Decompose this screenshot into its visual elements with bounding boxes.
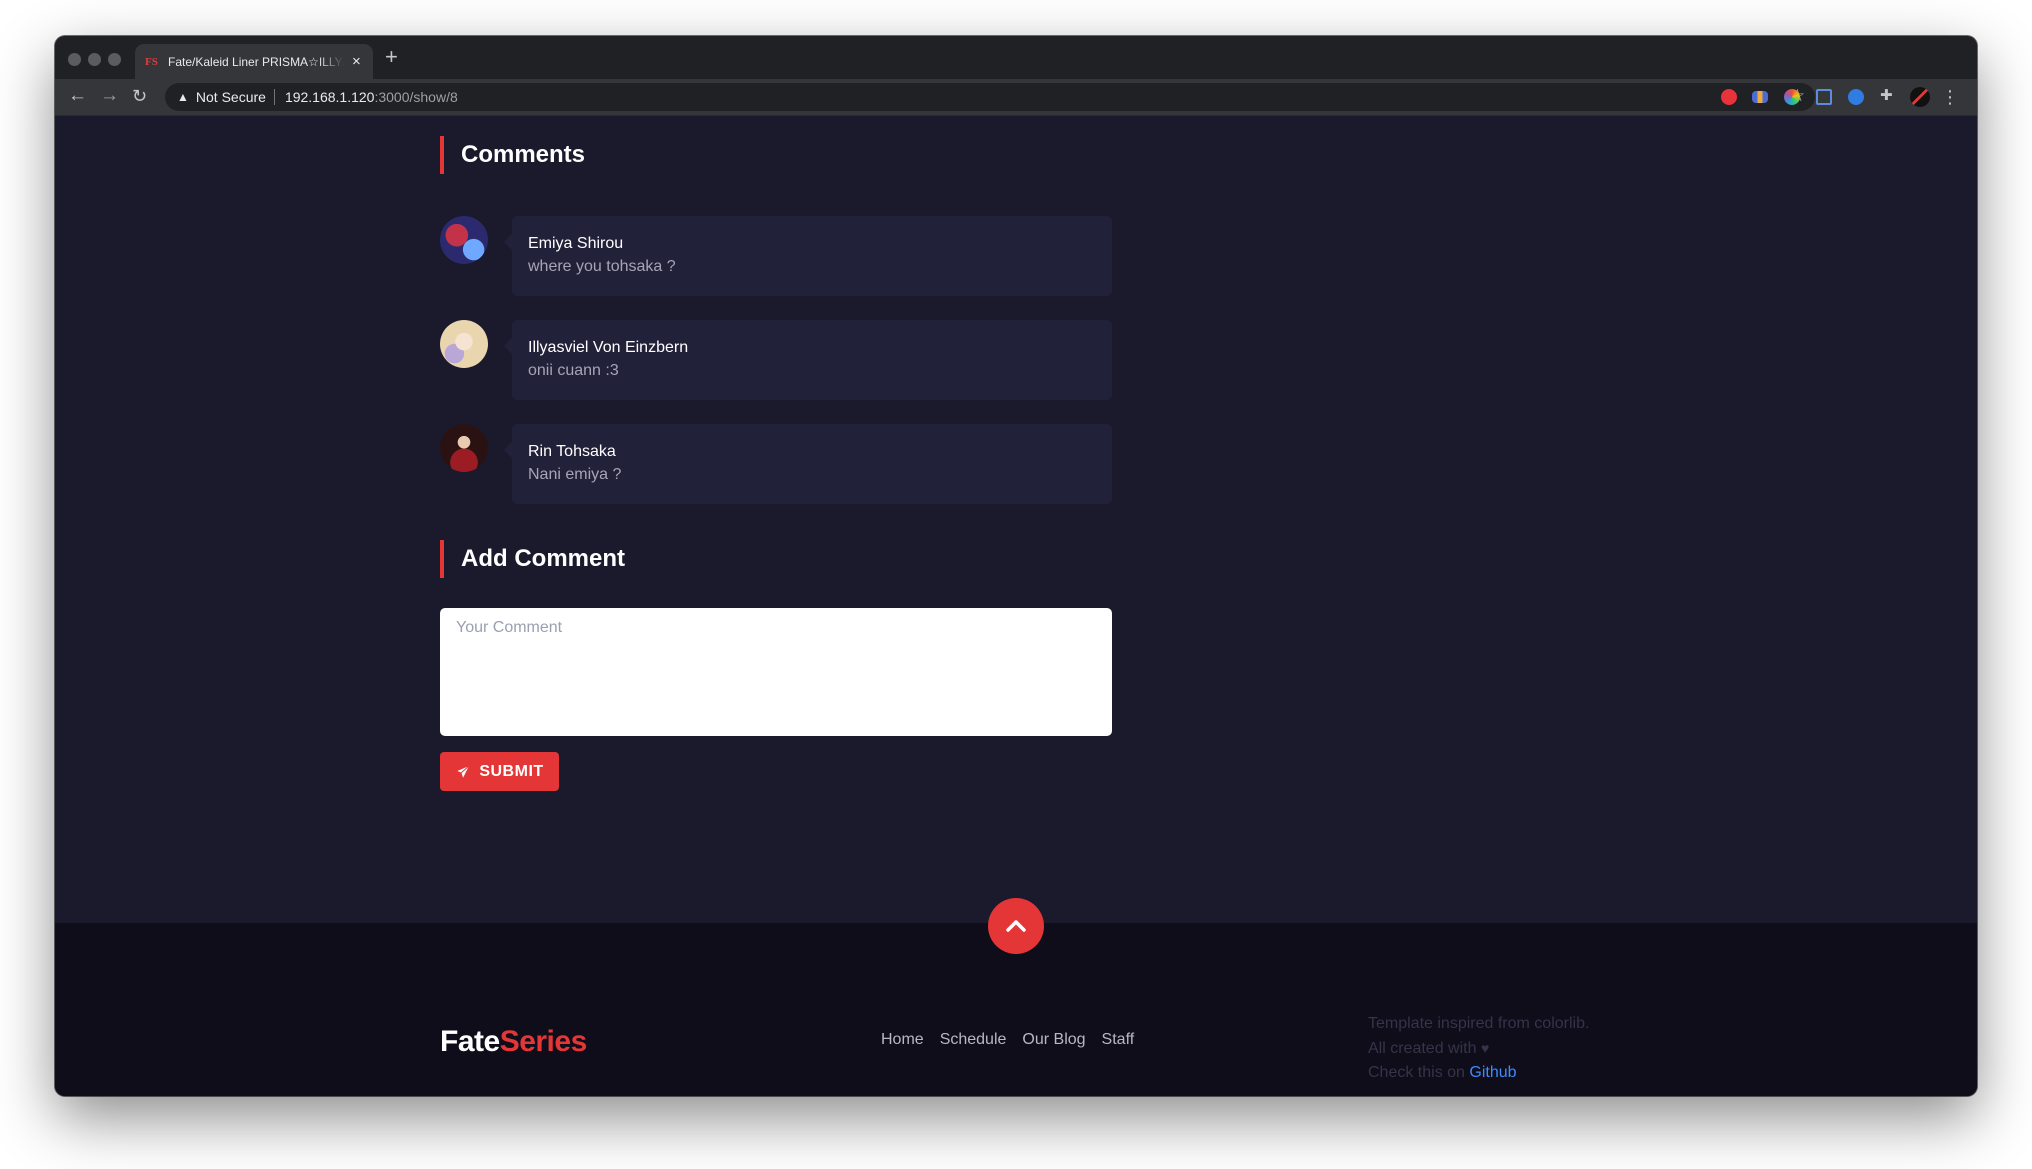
new-tab-button[interactable]: + [385, 46, 398, 68]
browser-toolbar: ← → ↻ ▲ Not Secure 192.168.1.120 :3000/s… [55, 79, 1977, 116]
extension-list-icon[interactable] [1816, 89, 1832, 105]
footer-link-staff[interactable]: Staff [1102, 1030, 1135, 1050]
credits-line-2-text: All created with [1368, 1040, 1477, 1057]
url-path: :3000/show/8 [374, 89, 458, 105]
extension-chart-icon[interactable] [1752, 91, 1768, 103]
chrome-menu-icon[interactable]: ⋮ [1941, 87, 1959, 107]
minimize-window-button[interactable] [88, 53, 101, 66]
favicon-icon: FS [145, 55, 158, 68]
avatar [440, 320, 488, 368]
avatar [440, 424, 488, 472]
heart-icon: ♥ [1480, 1040, 1490, 1056]
extension-shield-icon[interactable] [1721, 89, 1737, 105]
comment-bubble: Rin Tohsaka Nani emiya ? [504, 424, 1112, 504]
scroll-to-top-button[interactable] [988, 898, 1044, 954]
forward-icon[interactable]: → [100, 85, 119, 107]
logo-part-fate: Fate [440, 1025, 500, 1058]
comment-bubble: Emiya Shirou where you tohsaka ? [504, 216, 1112, 296]
paper-plane-icon [455, 763, 472, 780]
avatar [440, 216, 488, 264]
back-icon[interactable]: ← [68, 85, 87, 107]
page-content: Comments Emiya Shirou where you tohsaka … [55, 116, 1977, 1096]
chevron-up-icon [1006, 920, 1026, 932]
footer-credits: Template inspired from colorlib. All cre… [1368, 1012, 1589, 1085]
browser-window: FS Fate/Kaleid Liner PRISMA☆ILLYA × + ← … [55, 36, 1977, 1096]
credits-line-1: Template inspired from colorlib. [1368, 1015, 1590, 1032]
profile-avatar[interactable] [1910, 87, 1930, 107]
add-comment-heading: Add Comment [440, 540, 625, 578]
comments-heading: Comments [440, 136, 585, 174]
comment-item: Emiya Shirou where you tohsaka ? [440, 216, 1112, 296]
comment-bubble: Illyasviel Von Einzbern onii cuann :3 [504, 320, 1112, 400]
credits-line-3-text: Check this on [1368, 1064, 1470, 1081]
comment-input[interactable] [440, 608, 1112, 736]
warning-icon: ▲ [177, 90, 189, 104]
submit-button[interactable]: SUBMIT [440, 752, 559, 791]
extension-globe-icon[interactable] [1848, 89, 1864, 105]
submit-label: SUBMIT [479, 762, 544, 780]
url-host: 192.168.1.120 [284, 89, 375, 105]
extension-color-icon[interactable] [1784, 89, 1800, 105]
close-tab-icon[interactable]: × [352, 53, 361, 70]
extensions-puzzle-icon[interactable]: ✚ [1880, 88, 1896, 104]
tab-strip: FS Fate/Kaleid Liner PRISMA☆ILLYA × + [55, 36, 1977, 79]
not-secure-label: Not Secure [195, 89, 266, 105]
comment-text: where you tohsaka ? [528, 258, 676, 275]
credits-line-2: All created with ♥ [1368, 1036, 1589, 1061]
maximize-window-button[interactable] [108, 53, 121, 66]
footer-nav: Home Schedule Our Blog Staff [881, 1030, 1134, 1050]
reload-icon[interactable]: ↻ [132, 85, 147, 107]
tab-title: Fate/Kaleid Liner PRISMA☆ILLYA [168, 54, 344, 69]
comment-text: Nani emiya ? [528, 466, 622, 483]
comment-author: Illyasviel Von Einzbern [528, 339, 689, 356]
comment-author: Emiya Shirou [528, 235, 624, 252]
footer-link-schedule[interactable]: Schedule [940, 1030, 1007, 1050]
comment-item: Illyasviel Von Einzbern onii cuann :3 [440, 320, 1112, 400]
comment-item: Rin Tohsaka Nani emiya ? [440, 424, 1112, 504]
comment-author: Rin Tohsaka [528, 443, 616, 460]
footer-link-blog[interactable]: Our Blog [1022, 1030, 1085, 1050]
browser-tab[interactable]: FS Fate/Kaleid Liner PRISMA☆ILLYA × [135, 44, 373, 79]
credits-line-3: Check this on Github [1368, 1061, 1589, 1085]
address-bar[interactable]: ▲ Not Secure 192.168.1.120 :3000/show/8 … [165, 83, 1815, 111]
close-window-button[interactable] [68, 53, 81, 66]
github-link[interactable]: Github [1469, 1064, 1516, 1081]
logo-part-series: Series [499, 1025, 588, 1058]
footer-logo[interactable]: FateSeries [440, 1024, 587, 1060]
comment-text: onii cuann :3 [528, 362, 619, 379]
omnibox-divider [273, 89, 275, 105]
footer-link-home[interactable]: Home [881, 1030, 924, 1050]
